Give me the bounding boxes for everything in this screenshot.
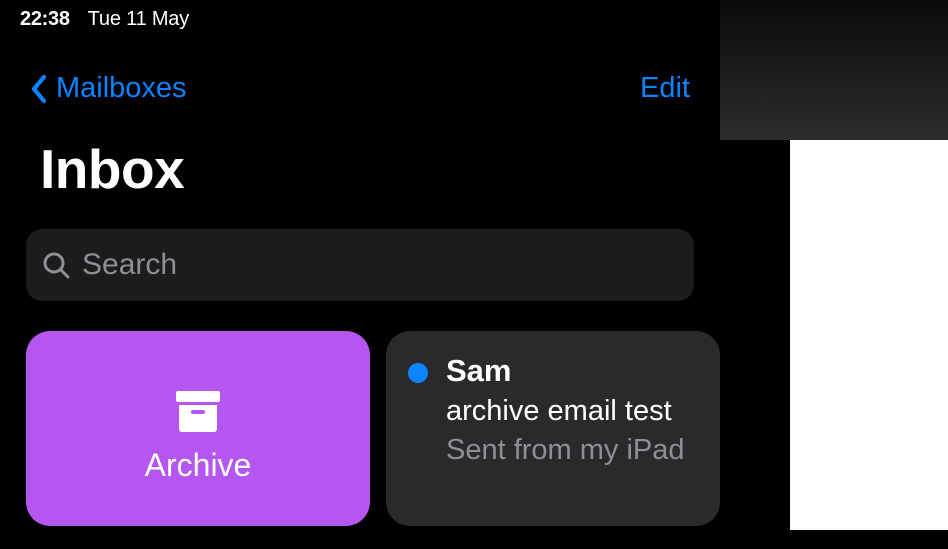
- detail-body: [720, 140, 948, 549]
- message-preview: Sent from my iPad: [446, 434, 685, 467]
- message-content: Sam archive email test Sent from my iPad: [446, 353, 685, 526]
- archive-box-icon: [174, 389, 222, 433]
- search-icon: [42, 251, 70, 279]
- status-bar: 22:38 Tue 11 May: [0, 0, 720, 30]
- back-button[interactable]: Mailboxes: [30, 72, 187, 105]
- edit-button[interactable]: Edit: [640, 72, 690, 105]
- detail-content: [790, 140, 948, 530]
- back-label: Mailboxes: [56, 72, 187, 105]
- detail-gutter: [720, 140, 790, 549]
- archive-swipe-action[interactable]: Archive: [26, 331, 370, 526]
- mail-sidebar-pane: 22:38 Tue 11 May Mailboxes Edit Inbox Se…: [0, 0, 720, 549]
- search-placeholder: Search: [82, 248, 177, 282]
- message-subject: archive email test: [446, 395, 685, 428]
- message-sender: Sam: [446, 353, 685, 389]
- detail-pane: [720, 0, 948, 549]
- search-input[interactable]: Search: [26, 229, 694, 301]
- status-time: 22:38: [20, 8, 70, 31]
- status-date: Tue 11 May: [88, 8, 189, 31]
- page-title: Inbox: [0, 137, 720, 201]
- nav-bar: Mailboxes Edit: [0, 72, 720, 105]
- detail-header-gradient: [720, 0, 948, 140]
- chevron-left-icon: [30, 74, 48, 104]
- message-row: Archive Sam archive email test Sent from…: [26, 331, 720, 526]
- unread-dot-icon: [408, 363, 428, 383]
- message-item[interactable]: Sam archive email test Sent from my iPad: [386, 331, 720, 526]
- archive-label: Archive: [145, 447, 252, 484]
